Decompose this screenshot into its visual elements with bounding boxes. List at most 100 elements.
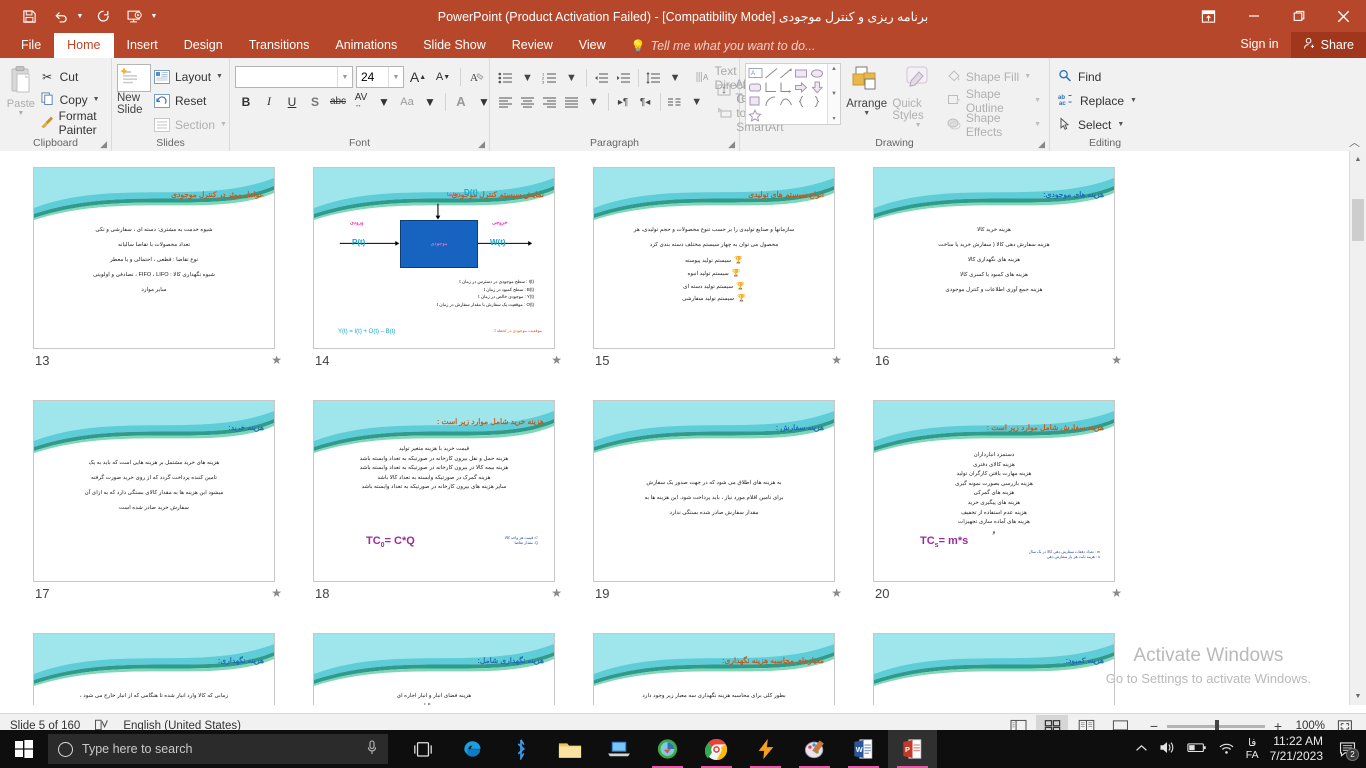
font-size-input[interactable]: 24 ▼	[356, 66, 404, 88]
shape-line-icon[interactable]	[763, 66, 778, 80]
section-dropdown-icon[interactable]: ▼	[220, 121, 227, 128]
increase-font-size-button[interactable]: A▲	[407, 67, 429, 88]
change-case-dropdown-icon[interactable]: ▼	[419, 91, 441, 112]
quick-styles-button[interactable]: Quick Styles ▼	[892, 63, 943, 129]
character-spacing-dropdown-icon[interactable]: ▼	[373, 91, 395, 112]
start-presentation-icon[interactable]	[120, 3, 150, 29]
layout-button[interactable]: Layout ▼	[151, 65, 230, 88]
slide-thumbnail[interactable]: نمایش سیستم کنترل موجودی موجودی تقاضا	[313, 167, 555, 349]
copy-button[interactable]: Copy ▼	[37, 89, 106, 110]
font-dialog-launcher-icon[interactable]: ◢	[478, 137, 485, 151]
shape-down-arrow-icon[interactable]	[810, 80, 825, 94]
ltr-text-direction-icon[interactable]: ▸¶	[613, 92, 634, 113]
restore-button[interactable]	[1276, 0, 1321, 32]
redo-icon[interactable]	[88, 3, 118, 29]
align-dropdown-icon[interactable]: ▼	[583, 92, 604, 113]
slide-thumbnail[interactable]: معیارهای محاسبه هزینه نگهداری: بطور کلی …	[593, 633, 835, 705]
shape-pentagon-icon[interactable]	[748, 95, 763, 109]
collapse-ribbon-icon[interactable]: ︿	[1349, 134, 1360, 150]
tab-transitions[interactable]: Transitions	[236, 33, 323, 58]
layout-dropdown-icon[interactable]: ▼	[216, 73, 223, 80]
microphone-icon[interactable]	[366, 740, 378, 758]
align-left-icon[interactable]	[495, 92, 516, 113]
sign-in-button[interactable]: Sign in	[1228, 32, 1290, 58]
remote-desktop-icon[interactable]	[594, 730, 643, 768]
numbering-dropdown-icon[interactable]: ▼	[561, 68, 582, 89]
paste-button[interactable]: Paste ▼	[5, 63, 37, 118]
action-center-icon[interactable]: 2	[1334, 730, 1360, 768]
animation-star-icon[interactable]: ★	[271, 586, 282, 600]
internet-download-manager-icon[interactable]	[643, 730, 692, 768]
font-color-button[interactable]: A	[450, 91, 472, 112]
chrome-icon[interactable]	[692, 730, 741, 768]
shape-effects-button[interactable]: Shape Effects ▼	[944, 113, 1044, 136]
justify-icon[interactable]	[561, 92, 582, 113]
quick-styles-dropdown-icon[interactable]: ▼	[915, 122, 922, 129]
bold-button[interactable]: B	[235, 91, 257, 112]
shareit-icon[interactable]	[741, 730, 790, 768]
task-view-icon[interactable]	[398, 730, 447, 768]
shape-textbox-icon[interactable]: A	[748, 66, 763, 80]
tab-design[interactable]: Design	[171, 33, 236, 58]
animation-star-icon[interactable]: ★	[831, 586, 842, 600]
shape-elbow-arrow-icon[interactable]	[779, 80, 794, 94]
scrollbar-thumb[interactable]	[1352, 199, 1364, 241]
change-case-button[interactable]: Aa	[396, 91, 418, 112]
shape-rectangle-icon[interactable]	[794, 66, 809, 80]
slide-thumbnail[interactable]: انواع سیستم های تولیدی سازمانها و صنایع …	[593, 167, 835, 349]
character-spacing-button[interactable]: AV↔	[350, 91, 372, 112]
scroll-down-icon[interactable]: ▼	[1350, 688, 1366, 705]
rtl-text-direction-icon[interactable]: ¶◂	[635, 92, 656, 113]
tell-me-search[interactable]: 💡 Tell me what you want to do...	[619, 35, 826, 58]
animation-star-icon[interactable]: ★	[1111, 353, 1122, 367]
start-button[interactable]	[0, 730, 48, 768]
clear-formatting-icon[interactable]: A	[467, 67, 489, 88]
shape-curve-icon[interactable]	[779, 95, 794, 109]
animation-star-icon[interactable]: ★	[831, 353, 842, 367]
shape-elbow-connector-icon[interactable]	[763, 80, 778, 94]
shape-right-brace-icon[interactable]	[810, 95, 825, 109]
close-button[interactable]	[1321, 0, 1366, 32]
font-name-input[interactable]: ▼	[235, 66, 353, 88]
tab-insert[interactable]: Insert	[114, 33, 171, 58]
powerpoint-icon[interactable]: P	[888, 730, 937, 768]
shapes-more-icon[interactable]: ▾	[832, 115, 835, 122]
paragraph-dialog-launcher-icon[interactable]: ◢	[728, 137, 735, 151]
slide-thumbnail[interactable]: هزینه نگهداری: زمانی که کالا وارد انبار …	[33, 633, 275, 705]
bullets-icon[interactable]	[495, 68, 516, 89]
select-dropdown-icon[interactable]: ▼	[1117, 121, 1124, 128]
edge-icon[interactable]	[447, 730, 496, 768]
increase-indent-icon[interactable]	[613, 68, 634, 89]
tab-slide-show[interactable]: Slide Show	[410, 33, 499, 58]
line-spacing-dropdown-icon[interactable]: ▼	[665, 68, 686, 89]
format-painter-button[interactable]: Format Painter	[37, 112, 106, 133]
decrease-font-size-button[interactable]: A▼	[432, 67, 454, 88]
vertical-scrollbar[interactable]: ▲ ▼	[1349, 151, 1366, 705]
shape-fill-button[interactable]: Shape Fill ▼	[944, 65, 1044, 88]
shape-star-icon[interactable]	[748, 109, 763, 122]
underline-button[interactable]: U	[281, 91, 303, 112]
shapes-gallery-scrollbar[interactable]: ▲ ▼ ▾	[827, 64, 840, 124]
paste-dropdown-icon[interactable]: ▼	[17, 110, 24, 118]
shape-arc-icon[interactable]	[763, 95, 778, 109]
zoom-slider[interactable]	[1167, 725, 1265, 728]
shapes-scroll-up-icon[interactable]: ▲	[831, 66, 837, 72]
animation-star-icon[interactable]: ★	[1111, 586, 1122, 600]
taskbar-search-input[interactable]: Type here to search	[48, 734, 388, 764]
slide-thumbnail[interactable]: هزینه نگهداری شامل: هزینه فضای انبار و ا…	[313, 633, 555, 705]
section-button[interactable]: Section ▼	[151, 113, 230, 136]
columns-dropdown-icon[interactable]: ▼	[686, 92, 707, 113]
scroll-up-icon[interactable]: ▲	[1350, 151, 1366, 168]
reset-button[interactable]: Reset	[151, 89, 230, 112]
customize-qat-icon[interactable]: ▼	[148, 3, 160, 29]
drawing-dialog-launcher-icon[interactable]: ◢	[1038, 137, 1045, 151]
slide-thumbnail[interactable]: عوامل موثر در کنترل موجودی شیوه خدمت به …	[33, 167, 275, 349]
numbering-icon[interactable]: 123	[539, 68, 560, 89]
word-icon[interactable]: W	[839, 730, 888, 768]
minimize-button[interactable]	[1231, 0, 1276, 32]
slide-thumbnail[interactable]: هزینه های موجودی: هزینه خرید کالا هزینه …	[873, 167, 1115, 349]
select-button[interactable]: Select ▼	[1055, 113, 1140, 136]
tab-home[interactable]: Home	[54, 33, 113, 58]
columns-icon[interactable]	[664, 92, 685, 113]
shapes-scroll-down-icon[interactable]: ▼	[831, 91, 837, 97]
